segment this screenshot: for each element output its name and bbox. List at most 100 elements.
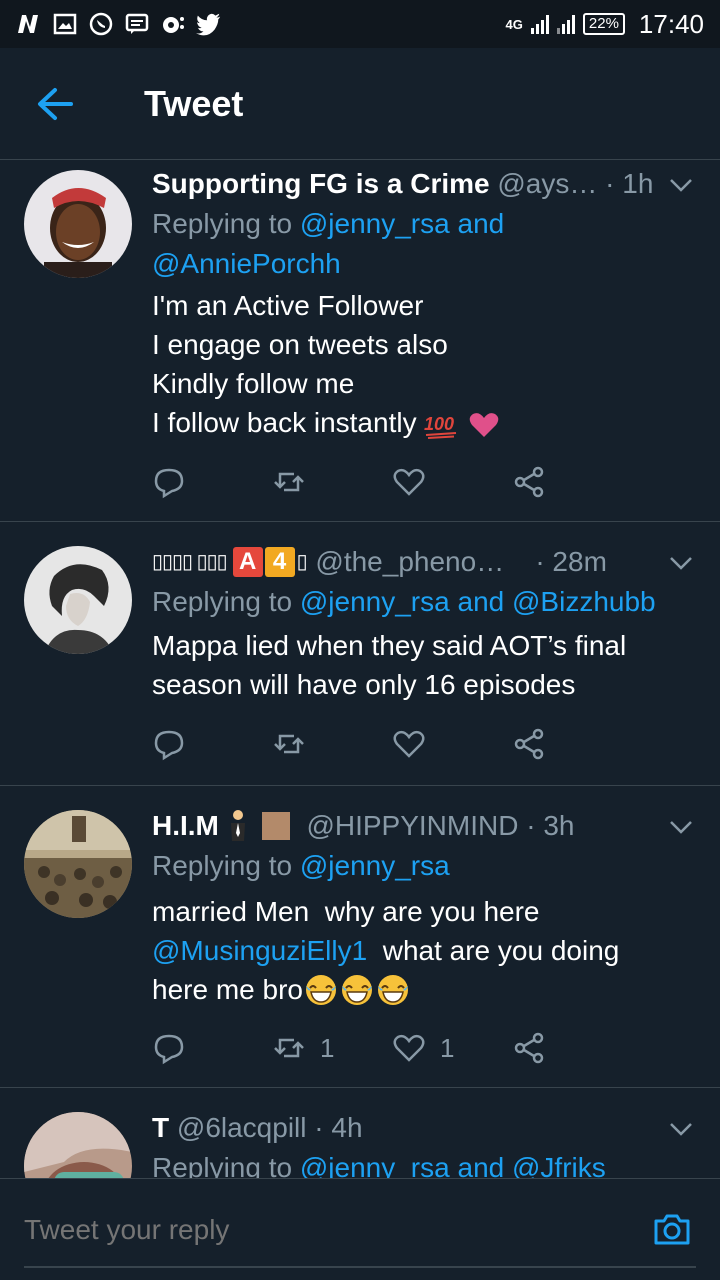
mention-link[interactable]: @jenny_rsa [300, 1152, 450, 1178]
tweet-header: Supporting FG is a Crime @ays… · 1h [152, 164, 696, 204]
reply-icon [154, 1034, 184, 1065]
laughing-face-icon [305, 974, 336, 1005]
display-name[interactable]: ▯▯▯▯ ▯▯▯ A 4 ▯ [152, 542, 308, 582]
chevron-down-icon[interactable] [666, 170, 696, 200]
user-handle[interactable]: @ays… [497, 164, 597, 204]
replying-to: Replying to @jenny_rsa [152, 850, 450, 881]
top-app-bar: Tweet [0, 48, 720, 160]
avatar[interactable] [24, 170, 132, 278]
battery-indicator: 22% [582, 13, 625, 35]
reply-action[interactable] [152, 1028, 272, 1068]
mention-link[interactable]: @jenny_rsa [300, 208, 450, 239]
reply-input[interactable] [24, 1213, 584, 1246]
mention-link[interactable]: @MusinguziElly1 [152, 935, 367, 966]
heart-icon [393, 730, 425, 758]
page-title: Tweet [144, 82, 244, 124]
retweet-action[interactable] [272, 462, 392, 502]
mention-link[interactable]: @AnniePorchh [152, 248, 341, 279]
tweet-header: T @6lacqpill · 4h [152, 1108, 696, 1148]
mention-link[interactable]: @Jfriks [512, 1152, 606, 1178]
separator-dot: · [605, 168, 615, 199]
tweet-item[interactable]: ▯▯▯▯ ▯▯▯ A 4 ▯ @the_pheno… · 28m Replyin… [0, 522, 720, 786]
man-in-suit-icon [230, 810, 245, 841]
back-button[interactable] [0, 48, 110, 160]
arrow-left-icon [38, 87, 73, 120]
mention-link[interactable]: @jenny_rsa [300, 850, 450, 881]
tweet-item[interactable]: H.I.M @HIPPYINMIND · 3h Replying to @jen… [0, 786, 720, 1088]
avatar[interactable] [24, 1112, 132, 1178]
tweet-item[interactable]: T @6lacqpill · 4h Replying to @jenny_rsa… [0, 1088, 720, 1178]
news-app-icon [16, 13, 42, 35]
gallery-icon [52, 13, 78, 35]
tweet-actions: 1 1 [152, 1028, 632, 1068]
timestamp: 28m [552, 546, 607, 577]
replying-to: Replying to @jenny_rsa and @AnniePorchh [152, 208, 505, 279]
twitter-bird-icon [196, 13, 222, 36]
timestamp: 3h [543, 810, 575, 841]
share-icon [514, 728, 544, 760]
brown-square-icon [261, 812, 290, 840]
laughing-face-icon [377, 974, 408, 1005]
retweet-icon [274, 1038, 304, 1058]
tweet-text: I'm an Active Follower I engage on tweet… [152, 286, 696, 442]
like-action[interactable] [392, 724, 512, 764]
like-action[interactable] [392, 462, 512, 502]
tweet-text: married Men why are you here @MusinguziE… [152, 896, 620, 1005]
message-icon [124, 13, 150, 35]
divider [24, 1266, 696, 1268]
user-handle[interactable]: @the_pheno… [315, 542, 504, 582]
display-name[interactable]: H.I.M [152, 806, 219, 846]
display-name[interactable]: T [152, 1108, 169, 1148]
reply-feed[interactable]: Supporting FG is a Crime @ays… · 1h Repl… [0, 160, 720, 1178]
retweet-count: 1 [320, 1032, 335, 1063]
share-action[interactable] [512, 1028, 632, 1068]
like-count: 1 [440, 1032, 455, 1063]
reply-icon [154, 468, 184, 499]
reply-action[interactable] [152, 724, 272, 764]
user-handle[interactable]: @HIPPYINMIND [306, 806, 518, 846]
user-handle[interactable]: @6lacqpill [177, 1108, 307, 1148]
retweet-icon [274, 734, 304, 754]
timestamp: 1h [622, 168, 654, 199]
camera-icon[interactable] [652, 1209, 692, 1249]
tweet-item[interactable]: Supporting FG is a Crime @ays… · 1h Repl… [0, 160, 720, 522]
display-name[interactable]: Supporting FG is a Crime [152, 164, 490, 204]
like-action[interactable]: 1 [392, 1028, 512, 1068]
mention-link[interactable]: @jenny_rsa [300, 586, 450, 617]
number-four-badge: 4 [264, 547, 295, 577]
reply-action[interactable] [152, 462, 272, 502]
retweet-action[interactable] [272, 724, 392, 764]
heart-icon [393, 468, 425, 496]
separator-dot: · [526, 810, 536, 841]
avatar[interactable] [24, 546, 132, 654]
whatsapp-icon [88, 12, 114, 36]
hundred-points-icon: 100 [424, 414, 457, 439]
separator-dot: · [314, 1112, 324, 1143]
signal-strength-icon [530, 14, 549, 34]
avatar[interactable] [24, 810, 132, 918]
separator-dot: · [535, 546, 545, 577]
share-action[interactable] [512, 724, 632, 764]
share-icon [514, 1032, 544, 1064]
signal-strength-2-icon [556, 14, 575, 34]
network-type-label: 4G [505, 16, 523, 32]
retweet-icon [274, 472, 304, 492]
reply-icon [154, 730, 184, 761]
retweet-action[interactable]: 1 [272, 1028, 392, 1068]
replying-to: Replying to @jenny_rsa and @Jfriks [152, 1148, 696, 1178]
tweet-actions [152, 462, 632, 502]
chevron-down-icon[interactable] [666, 548, 696, 578]
replying-to: Replying to @jenny_rsa and @Bizzhubb [152, 586, 656, 617]
clock: 17:40 [638, 8, 704, 39]
reply-composer [0, 1178, 720, 1280]
status-bar: 4G 22% 17:40 [0, 0, 720, 48]
laughing-face-icon [341, 974, 372, 1005]
record-icon [160, 13, 186, 35]
mention-link[interactable]: @Bizzhubb [512, 586, 656, 617]
share-action[interactable] [512, 462, 632, 502]
heart-emoji-icon [469, 412, 499, 437]
chevron-down-icon[interactable] [666, 812, 696, 842]
letter-a-badge: A [232, 547, 263, 577]
share-icon [514, 466, 544, 498]
chevron-down-icon[interactable] [666, 1114, 696, 1144]
